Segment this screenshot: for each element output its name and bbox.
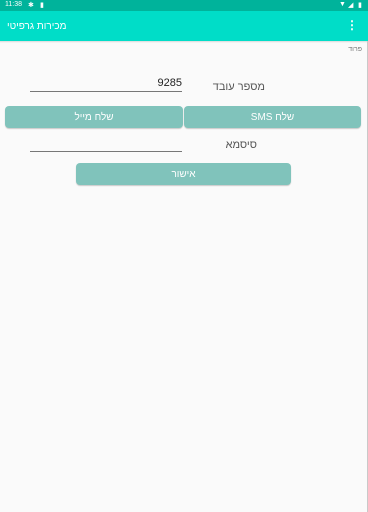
status-time: 11:38 — [5, 1, 22, 8]
logout-link[interactable]: פרוד — [348, 46, 362, 53]
app-bar: מכירות גרפיטי ⋮ — [0, 11, 368, 41]
send-sms-button[interactable]: שלח SMS — [184, 106, 361, 128]
app-title: מכירות גרפיטי — [7, 21, 67, 32]
employee-number-input[interactable]: 9285 — [30, 77, 182, 92]
password-label: סיסמא — [225, 139, 257, 151]
more-vert-icon[interactable]: ⋮ — [346, 18, 358, 32]
employee-number-label: מספר עובד — [212, 81, 265, 93]
signal-icon: ◢ — [348, 2, 354, 9]
status-bar: 11:38 ✱ ▮ ▼ ◢ ▮ — [0, 0, 368, 11]
wifi-icon: ▼ — [339, 1, 346, 8]
battery-icon: ▮ — [358, 2, 362, 9]
app-bar-shadow — [0, 41, 368, 43]
send-mail-button[interactable]: שלח מייל — [5, 106, 183, 128]
sd-card-icon: ▮ — [40, 2, 44, 9]
password-input[interactable] — [30, 137, 182, 152]
settings-gear-icon: ✱ — [28, 2, 34, 9]
confirm-button[interactable]: אישור — [76, 163, 291, 185]
